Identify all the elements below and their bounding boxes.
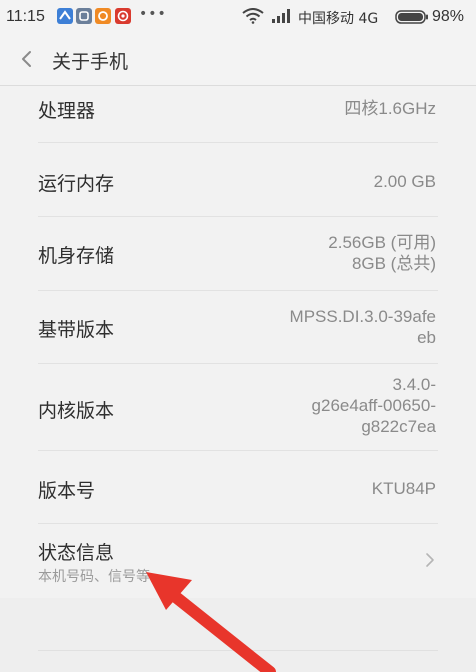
annotation-arrow-icon bbox=[146, 572, 276, 672]
about-phone-screen: 11:15 ••• 中国移动 4G 98% 关于手机 处理器 四核1.6GHz … bbox=[0, 0, 476, 672]
